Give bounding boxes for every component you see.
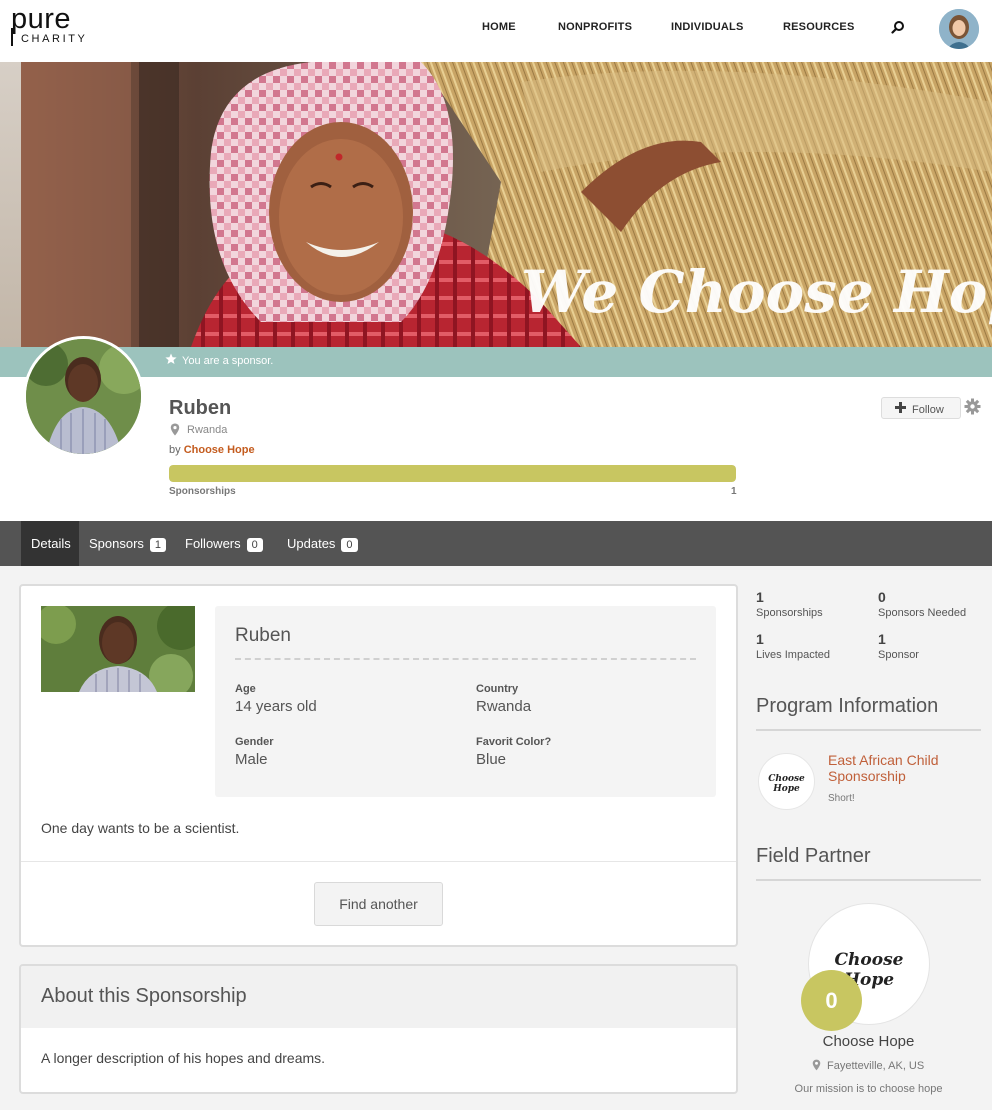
- progress-count: 1: [731, 486, 737, 497]
- logo-bar: [11, 28, 13, 46]
- logo-text-pure: pure: [11, 3, 72, 35]
- partner-mission: Our mission is to choose hope: [794, 1083, 943, 1095]
- tab-followers-label: Followers: [185, 536, 241, 551]
- partner-name[interactable]: Choose Hope: [756, 1033, 981, 1050]
- star-icon: [165, 353, 177, 364]
- gender-value: Male: [235, 751, 268, 768]
- partner-count-badge: 0: [801, 970, 862, 1031]
- tab-sponsors-label: Sponsors: [89, 536, 144, 551]
- program-name-link[interactable]: East African Child Sponsorship: [828, 752, 978, 784]
- profile-name: Ruben: [169, 397, 232, 419]
- stat-sponsorships-number: 1: [756, 589, 764, 605]
- banner-script-text: We Choose Hope: [521, 258, 992, 326]
- progress-fill: [169, 465, 736, 482]
- card-divider: [21, 861, 736, 862]
- about-text: A longer description of his hopes and dr…: [41, 1050, 326, 1066]
- favorite-color-value: Blue: [476, 751, 507, 768]
- tab-updates[interactable]: Updates 0: [287, 521, 358, 566]
- profile-location: Rwanda: [187, 424, 228, 436]
- tab-details[interactable]: Details: [21, 521, 79, 566]
- organization-link[interactable]: Choose Hope: [184, 444, 255, 456]
- child-name: Ruben: [235, 625, 291, 646]
- child-photo[interactable]: [41, 606, 195, 692]
- tab-followers-count: 0: [246, 538, 263, 552]
- profile-by-line: by Choose Hope: [169, 444, 255, 456]
- field-partner-title: Field Partner: [756, 845, 871, 867]
- nav-individuals[interactable]: INDIVIDUALS: [671, 21, 743, 33]
- program-divider: [756, 729, 981, 731]
- tab-followers[interactable]: Followers 0: [185, 521, 263, 566]
- about-sponsorship-card: [19, 964, 738, 1094]
- age-label: Age: [235, 683, 256, 695]
- profile-header: [0, 377, 992, 521]
- by-prefix: by: [169, 444, 181, 456]
- stat-sponsors-needed-label: Sponsors Needed: [878, 607, 967, 619]
- stat-lives-impacted-label: Lives Impacted: [756, 649, 830, 661]
- stat-lives-impacted-number: 1: [756, 631, 764, 647]
- gender-label: Gender: [235, 736, 274, 748]
- sponsor-status-strip: [0, 347, 992, 377]
- about-title: About this Sponsorship: [41, 985, 247, 1007]
- age-value: 14 years old: [235, 698, 317, 715]
- stat-sponsor-number: 1: [878, 631, 886, 647]
- child-description: One day wants to be a scientist.: [41, 820, 240, 836]
- top-navigation: pure CHARITY HOME NONPROFITS INDIVIDUALS…: [0, 0, 992, 62]
- favorite-color-label: Favorit Color?: [476, 736, 552, 748]
- program-subtitle: Short!: [828, 793, 855, 804]
- gear-icon[interactable]: [964, 398, 981, 415]
- country-value: Rwanda: [476, 698, 532, 715]
- stat-sponsorships-label: Sponsorships: [756, 607, 823, 619]
- tab-details-label: Details: [31, 536, 71, 551]
- nav-home[interactable]: HOME: [482, 21, 516, 33]
- tab-updates-count: 0: [341, 538, 358, 552]
- logo-text-charity: CHARITY: [21, 33, 88, 45]
- partner-divider: [756, 879, 981, 881]
- location-pin-icon: [812, 1059, 821, 1071]
- user-avatar[interactable]: [939, 9, 979, 49]
- nav-nonprofits[interactable]: NONPROFITS: [558, 21, 632, 33]
- cover-banner: We Choose Hope: [21, 62, 992, 347]
- location-pin-icon: [170, 423, 180, 436]
- progress-label: Sponsorships: [169, 486, 236, 497]
- banner-image: We Choose Hope: [21, 62, 992, 347]
- sponsor-status-text: You are a sponsor.: [182, 355, 274, 367]
- program-information-title: Program Information: [756, 695, 939, 717]
- nav-resources[interactable]: RESOURCES: [783, 21, 854, 33]
- country-label: Country: [476, 683, 519, 695]
- sponsorship-progress-bar: [169, 465, 736, 482]
- program-logo-text: Choose Hope: [768, 774, 805, 794]
- find-another-button[interactable]: Find another: [314, 882, 443, 926]
- profile-avatar: [23, 336, 144, 457]
- follow-button[interactable]: Follow: [881, 397, 961, 419]
- tab-sponsors-count: 1: [149, 538, 167, 552]
- info-divider: [235, 658, 696, 660]
- plus-icon: [895, 402, 906, 413]
- pure-charity-logo[interactable]: pure CHARITY: [11, 3, 88, 46]
- partner-location: Fayetteville, AK, US: [827, 1060, 925, 1072]
- stat-sponsors-needed-number: 0: [878, 589, 886, 605]
- banner-left-edge: [0, 62, 21, 347]
- search-icon[interactable]: [891, 20, 905, 34]
- tab-sponsors[interactable]: Sponsors 1: [89, 521, 167, 566]
- stat-sponsor-label: Sponsor: [878, 649, 919, 661]
- tab-updates-label: Updates: [287, 536, 336, 551]
